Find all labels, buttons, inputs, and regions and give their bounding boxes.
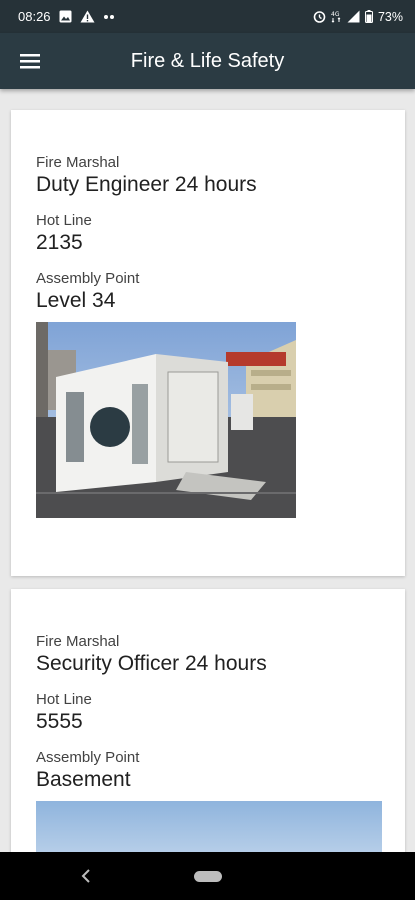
fire-marshal-value: Security Officer 24 hours xyxy=(36,652,267,675)
fire-marshal-value: Duty Engineer 24 hours xyxy=(36,173,257,196)
safety-card: Fire Marshal Security Officer 24 hours H… xyxy=(11,589,405,852)
svg-text:4G: 4G xyxy=(331,11,340,18)
battery-icon xyxy=(364,10,373,23)
home-pill[interactable] xyxy=(194,871,222,882)
content-list[interactable]: Fire Marshal Duty Engineer 24 hours Hot … xyxy=(0,89,415,852)
alarm-icon xyxy=(313,10,326,23)
more-dots-icon xyxy=(103,14,115,20)
cell-signal-icon xyxy=(347,10,360,23)
hot-line-value: 2135 xyxy=(36,231,83,254)
status-right: 4G 73% xyxy=(313,10,403,24)
assembly-point-label: Assembly Point xyxy=(36,749,140,766)
hot-line-label: Hot Line xyxy=(36,212,92,229)
hamburger-menu-icon xyxy=(20,54,40,69)
fire-marshal-label: Fire Marshal xyxy=(36,633,120,650)
warning-icon xyxy=(80,10,95,23)
assembly-point-photo xyxy=(36,322,296,518)
assembly-point-value: Level 34 xyxy=(36,289,116,312)
status-bar: 08:26 4G 73% xyxy=(0,0,415,33)
back-button[interactable] xyxy=(76,864,96,888)
status-left: 08:26 xyxy=(18,9,115,24)
fire-marshal-label: Fire Marshal xyxy=(36,154,120,171)
signal-4g-icon: 4G xyxy=(331,10,342,23)
system-nav-bar xyxy=(0,852,415,900)
safety-card: Fire Marshal Duty Engineer 24 hours Hot … xyxy=(11,110,405,576)
assembly-point-value: Basement xyxy=(36,768,131,791)
image-icon xyxy=(59,10,72,23)
battery-percent: 73% xyxy=(377,9,403,24)
hot-line-value: 5555 xyxy=(36,710,83,733)
app-bar: Fire & Life Safety xyxy=(0,33,415,89)
hot-line-label: Hot Line xyxy=(36,691,92,708)
assembly-point-label: Assembly Point xyxy=(36,270,140,287)
back-chevron-icon xyxy=(81,869,90,883)
status-time: 08:26 xyxy=(18,9,51,24)
assembly-point-photo xyxy=(36,801,382,852)
menu-button[interactable] xyxy=(0,33,60,89)
page-title: Fire & Life Safety xyxy=(130,49,285,72)
